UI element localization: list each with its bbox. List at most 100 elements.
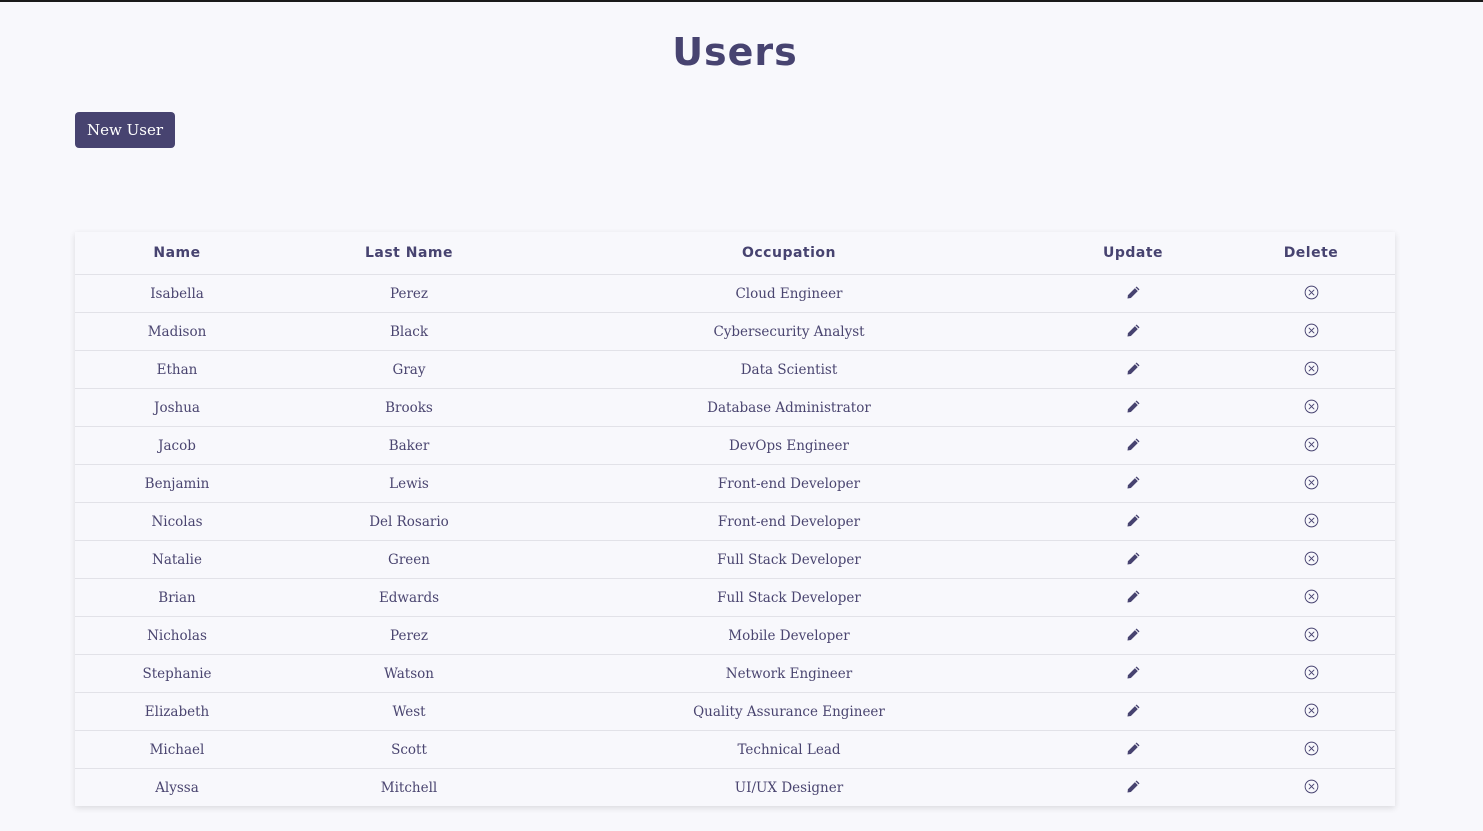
pencil-icon[interactable] (1124, 701, 1142, 719)
circle-x-icon[interactable] (1302, 739, 1320, 757)
table-row: Jacob Baker DevOps Engineer (75, 426, 1395, 465)
circle-x-icon[interactable] (1302, 625, 1320, 643)
cell-name: Jacob (75, 426, 279, 465)
table-row: Alyssa Mitchell UI/UX Designer (75, 769, 1395, 807)
cell-update (1039, 654, 1227, 693)
cell-update (1039, 578, 1227, 617)
cell-occupation: UI/UX Designer (734, 779, 844, 796)
cell-occupation: Database Administrator (539, 388, 1039, 427)
table-row: Nicholas Perez Mobile Developer (75, 616, 1395, 655)
circle-x-icon[interactable] (1302, 359, 1320, 377)
cell-update (1039, 502, 1227, 541)
cell-name: Joshua (75, 388, 279, 427)
new-user-button[interactable]: New User (75, 112, 175, 148)
cell-delete (1227, 578, 1395, 617)
cell-update (1039, 540, 1227, 579)
pencil-icon[interactable] (1124, 473, 1142, 491)
cell-delete (1227, 730, 1395, 769)
cell-last-name: Mitchell (380, 779, 438, 796)
table-header-row: Name Last Name Occupation Update Delete (75, 232, 1395, 275)
cell-delete (1227, 540, 1395, 579)
cell-occupation: Front-end Developer (539, 502, 1039, 541)
table-row: Natalie Green Full Stack Developer (75, 540, 1395, 579)
cell-last-name: Baker (279, 426, 539, 465)
cell-update (1039, 350, 1227, 389)
pencil-icon[interactable] (1124, 359, 1142, 377)
cell-occupation: Quality Assurance Engineer (539, 692, 1039, 731)
cell-name: Michael (75, 730, 279, 769)
cell-last-name: West (279, 692, 539, 731)
cell-delete (1227, 654, 1395, 693)
pencil-icon[interactable] (1124, 777, 1142, 795)
pencil-icon[interactable] (1124, 283, 1142, 301)
pencil-icon[interactable] (1124, 625, 1142, 643)
cell-update (1039, 274, 1227, 313)
table-row: Stephanie Watson Network Engineer (75, 654, 1395, 693)
cell-occupation: Technical Lead (539, 730, 1039, 769)
pencil-icon[interactable] (1124, 397, 1142, 415)
cell-occupation: Full Stack Developer (539, 540, 1039, 579)
circle-x-icon[interactable] (1302, 549, 1320, 567)
cell-delete (1227, 426, 1395, 465)
circle-x-icon[interactable] (1302, 777, 1320, 795)
table-body: Isabella Perez Cloud Engineer Madison Bl… (75, 274, 1395, 807)
cell-name: Isabella (75, 274, 279, 313)
pencil-icon[interactable] (1124, 663, 1142, 681)
cell-name: Benjamin (75, 464, 279, 503)
cell-update (1039, 426, 1227, 465)
cell-last-name: Gray (279, 350, 539, 389)
circle-x-icon[interactable] (1302, 663, 1320, 681)
table-row: Madison Black Cybersecurity Analyst (75, 312, 1395, 351)
cell-delete (1227, 350, 1395, 389)
circle-x-icon[interactable] (1302, 473, 1320, 491)
cell-last-name: Scott (279, 730, 539, 769)
table-row: Brian Edwards Full Stack Developer (75, 578, 1395, 617)
pencil-icon[interactable] (1124, 321, 1142, 339)
cell-update (1039, 769, 1227, 807)
cell-last-name: Del Rosario (279, 502, 539, 541)
cell-last-name: Watson (279, 654, 539, 693)
cell-name: Brian (75, 578, 279, 617)
cell-occupation: Data Scientist (539, 350, 1039, 389)
users-table: Name Last Name Occupation Update Delete … (75, 232, 1395, 806)
cell-name: Nicolas (75, 502, 279, 541)
cell-update (1039, 616, 1227, 655)
circle-x-icon[interactable] (1302, 321, 1320, 339)
cell-update (1039, 692, 1227, 731)
pencil-icon[interactable] (1124, 435, 1142, 453)
cell-occupation: Cloud Engineer (539, 274, 1039, 313)
pencil-icon[interactable] (1124, 511, 1142, 529)
cell-occupation: DevOps Engineer (539, 426, 1039, 465)
users-table-card: Name Last Name Occupation Update Delete … (75, 232, 1395, 806)
cell-last-name: Perez (279, 616, 539, 655)
column-header-update: Update (1039, 232, 1227, 275)
pencil-icon[interactable] (1124, 549, 1142, 567)
table-row: Joshua Brooks Database Administrator (75, 388, 1395, 427)
table-row: Elizabeth West Quality Assurance Enginee… (75, 692, 1395, 731)
cell-update (1039, 730, 1227, 769)
cell-occupation: Full Stack Developer (539, 578, 1039, 617)
circle-x-icon[interactable] (1302, 511, 1320, 529)
column-header-name: Name (75, 232, 279, 275)
pencil-icon[interactable] (1124, 739, 1142, 757)
cell-update (1039, 312, 1227, 351)
table-row: Michael Scott Technical Lead (75, 730, 1395, 769)
circle-x-icon[interactable] (1302, 435, 1320, 453)
pencil-icon[interactable] (1124, 587, 1142, 605)
cell-delete (1227, 769, 1395, 807)
column-header-occupation: Occupation (539, 232, 1039, 275)
circle-x-icon[interactable] (1302, 283, 1320, 301)
cell-delete (1227, 388, 1395, 427)
table-row: Benjamin Lewis Front-end Developer (75, 464, 1395, 503)
cell-update (1039, 464, 1227, 503)
table-row: Isabella Perez Cloud Engineer (75, 274, 1395, 313)
cell-last-name: Perez (279, 274, 539, 313)
cell-occupation: Mobile Developer (539, 616, 1039, 655)
column-header-last-name: Last Name (279, 232, 539, 275)
table-row: Ethan Gray Data Scientist (75, 350, 1395, 389)
cell-last-name: Black (279, 312, 539, 351)
circle-x-icon[interactable] (1302, 397, 1320, 415)
circle-x-icon[interactable] (1302, 701, 1320, 719)
cell-delete (1227, 464, 1395, 503)
circle-x-icon[interactable] (1302, 587, 1320, 605)
